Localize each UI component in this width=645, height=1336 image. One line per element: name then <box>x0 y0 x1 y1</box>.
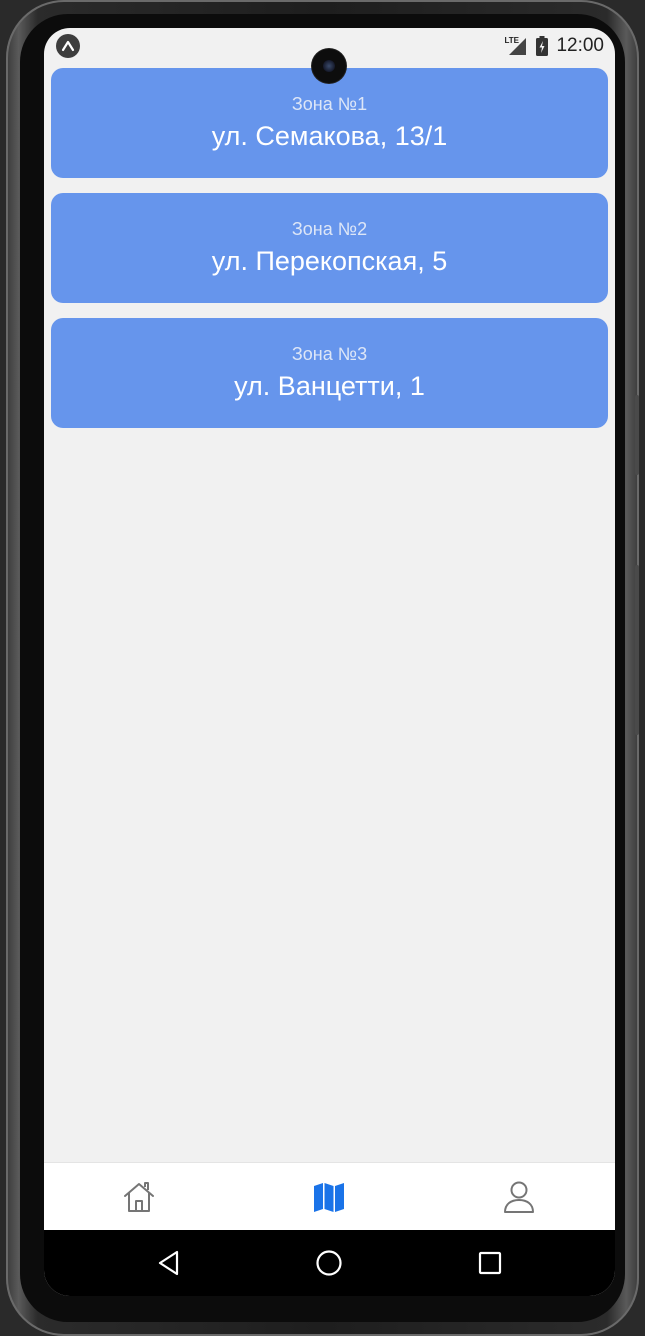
tab-profile[interactable] <box>424 1163 614 1231</box>
zone-title: Зона №3 <box>291 344 368 364</box>
zone-address: ул. Семакова, 13/1 <box>211 121 448 151</box>
recents-icon <box>478 1251 502 1275</box>
status-icons: LTE 12:00 <box>504 34 604 58</box>
back-icon <box>158 1250 179 1276</box>
zone-list: Зона №1 ул. Семакова, 13/1 Зона №2 ул. П… <box>51 68 608 443</box>
lte-signal-icon: LTE <box>504 36 528 56</box>
map-icon <box>314 1183 344 1212</box>
battery-charging-icon <box>536 36 549 56</box>
home-circle-icon <box>316 1250 342 1276</box>
bottom-tab-bar <box>44 1162 615 1231</box>
zone-address: ул. Ванцетти, 1 <box>234 371 425 401</box>
power-button <box>635 565 639 735</box>
status-time: 12:00 <box>556 35 604 56</box>
profile-icon <box>504 1181 534 1213</box>
zone-card-2[interactable]: Зона №2 ул. Перекопская, 5 <box>51 193 608 303</box>
zone-title: Зона №1 <box>291 94 368 114</box>
phone-frame: LTE 12:00 Зона №1 ул. Семакова, 13/1 Зон… <box>6 0 639 1336</box>
expo-icon <box>56 34 80 58</box>
screen: LTE 12:00 Зона №1 ул. Семакова, 13/1 Зон… <box>44 28 615 1296</box>
tab-map[interactable] <box>234 1163 424 1231</box>
zone-title: Зона №2 <box>291 219 368 239</box>
system-navigation-bar <box>44 1230 615 1296</box>
home-icon <box>124 1182 154 1212</box>
nav-home-button[interactable] <box>269 1230 389 1296</box>
volume-button <box>635 395 639 475</box>
zone-address: ул. Перекопская, 5 <box>211 246 448 276</box>
zone-card-1[interactable]: Зона №1 ул. Семакова, 13/1 <box>51 68 608 178</box>
nav-back-button[interactable] <box>109 1230 229 1296</box>
nav-recents-button[interactable] <box>430 1230 550 1296</box>
zone-card-3[interactable]: Зона №3 ул. Ванцетти, 1 <box>51 318 608 428</box>
tab-home[interactable] <box>44 1163 234 1231</box>
front-camera <box>312 49 346 83</box>
